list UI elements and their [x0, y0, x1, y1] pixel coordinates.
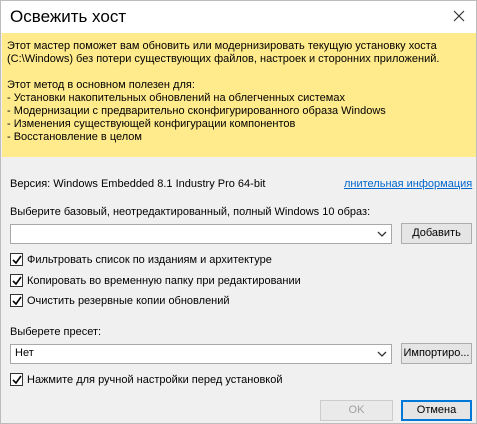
checkmark-icon: [11, 296, 22, 305]
checkmark-icon: [11, 375, 22, 384]
checkbox[interactable]: [10, 373, 23, 386]
option-label: Фильтровать список по изданиям и архитек…: [27, 253, 272, 266]
option-manual-setup[interactable]: Нажмите для ручной настройки перед устан…: [10, 373, 283, 386]
info-line: Этот метод в основном полезен для:: [7, 79, 195, 91]
refresh-host-dialog: Освежить хост Этот мастер поможет вам об…: [0, 0, 477, 424]
option-copy-temp[interactable]: Копировать во временную папку при редакт…: [10, 274, 301, 287]
info-line: - Установки накопительных обновлений на …: [7, 92, 345, 104]
option-label: Очистить резервные копии обновлений: [27, 294, 230, 307]
close-icon[interactable]: [450, 7, 468, 25]
info-line: - Восстановление в целом: [7, 131, 142, 143]
option-label: Копировать во временную папку при редакт…: [27, 274, 301, 287]
checkbox[interactable]: [10, 253, 23, 266]
checkmark-icon: [11, 255, 22, 264]
info-line: Этот мастер поможет вам обновить или мод…: [7, 40, 437, 52]
chevron-down-icon: [377, 351, 387, 357]
title-bar: Освежить хост: [1, 1, 476, 33]
checkbox[interactable]: [10, 274, 23, 287]
checkmark-icon: [11, 276, 22, 285]
version-text: Версия: Windows Embedded 8.1 Industry Pr…: [10, 178, 266, 190]
info-line: - Модернизации с предварительно сконфигу…: [7, 105, 386, 117]
add-button[interactable]: Добавить: [401, 223, 472, 244]
ok-button[interactable]: OK: [320, 400, 393, 421]
info-line: - Изменения существующей конфигурации ко…: [7, 118, 296, 130]
cancel-button[interactable]: Отмена: [401, 400, 472, 421]
option-clean-backups[interactable]: Очистить резервные копии обновлений: [10, 294, 230, 307]
option-label: Нажмите для ручной настройки перед устан…: [27, 373, 283, 386]
option-filter-editions[interactable]: Фильтровать список по изданиям и архитек…: [10, 253, 272, 266]
more-info-link[interactable]: лнительная информация: [344, 178, 472, 190]
info-panel: Этот мастер поможет вам обновить или мод…: [2, 33, 476, 157]
image-select[interactable]: [10, 224, 392, 244]
preset-label: Выберете пресет:: [10, 326, 102, 338]
import-button[interactable]: Импортиро...: [401, 343, 472, 364]
image-label: Выберите базовый, неотредактированный, п…: [10, 206, 371, 218]
window-title: Освежить хост: [10, 7, 127, 26]
preset-select[interactable]: Нет: [10, 344, 392, 364]
info-line: (C:\Windows) без потери существующих фай…: [7, 53, 440, 65]
checkbox[interactable]: [10, 294, 23, 307]
chevron-down-icon: [377, 231, 387, 237]
preset-select-value: Нет: [15, 347, 34, 359]
